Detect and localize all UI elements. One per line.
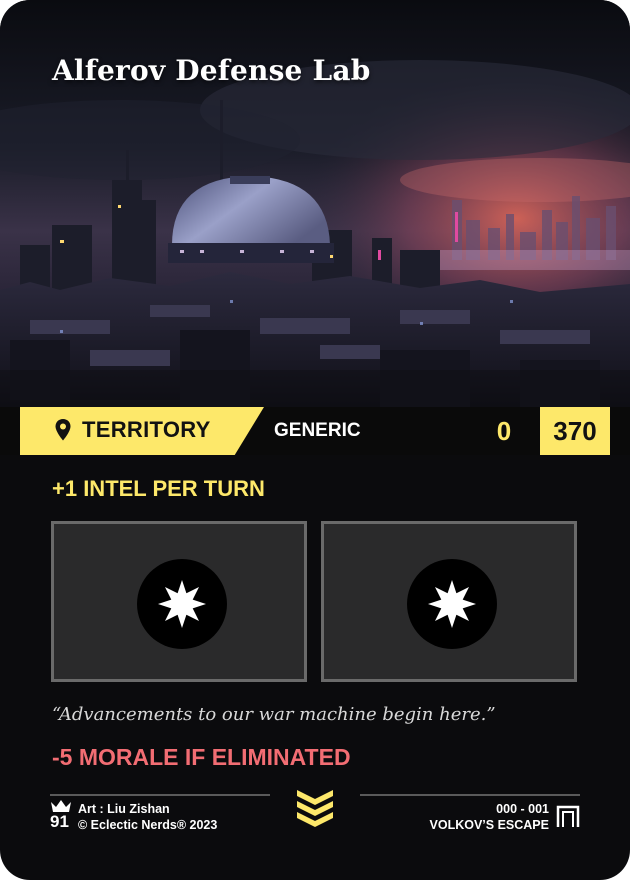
eight-point-star-icon: [137, 559, 227, 649]
footer-divider-left: [50, 794, 270, 796]
card-title: Alferov Defense Lab: [52, 54, 371, 87]
footer-divider-right: [360, 794, 580, 796]
set-number: 000 - 001: [496, 802, 549, 816]
location-pin-icon: [55, 419, 71, 441]
artist-credit: Art : Liu Zishan: [78, 802, 170, 816]
stat-right-value: 370: [553, 416, 597, 446]
stat-right-box: 370: [540, 407, 610, 455]
crown-icon: [51, 800, 71, 812]
card-slot-2[interactable]: [321, 521, 577, 682]
card-slot-1[interactable]: [51, 521, 307, 682]
chevrons-down-icon: [297, 790, 333, 827]
flavor-text: “Advancements to our war machine begin h…: [52, 704, 496, 725]
card-type: TERRITORY: [82, 417, 211, 442]
stat-left-value: 0: [496, 416, 512, 446]
type-tag: TERRITORY: [20, 407, 264, 455]
card-effect: +1 INTEL PER TURN: [52, 476, 265, 501]
gate-icon: [556, 805, 580, 827]
type-bar: TERRITORY GENERIC 0 370: [0, 407, 630, 455]
game-card[interactable]: Alferov Defense Lab TERRITORY GENERIC 0 …: [0, 0, 630, 880]
set-name: VOLKOV’S ESCAPE: [429, 818, 549, 832]
card-subtype: GENERIC: [274, 420, 361, 441]
card-number: 91: [50, 812, 69, 831]
eight-point-star-icon: [407, 559, 497, 649]
copyright-text: © Eclectic Nerds® 2023: [78, 818, 218, 832]
penalty-text: -5 MORALE IF ELIMINATED: [52, 744, 351, 770]
